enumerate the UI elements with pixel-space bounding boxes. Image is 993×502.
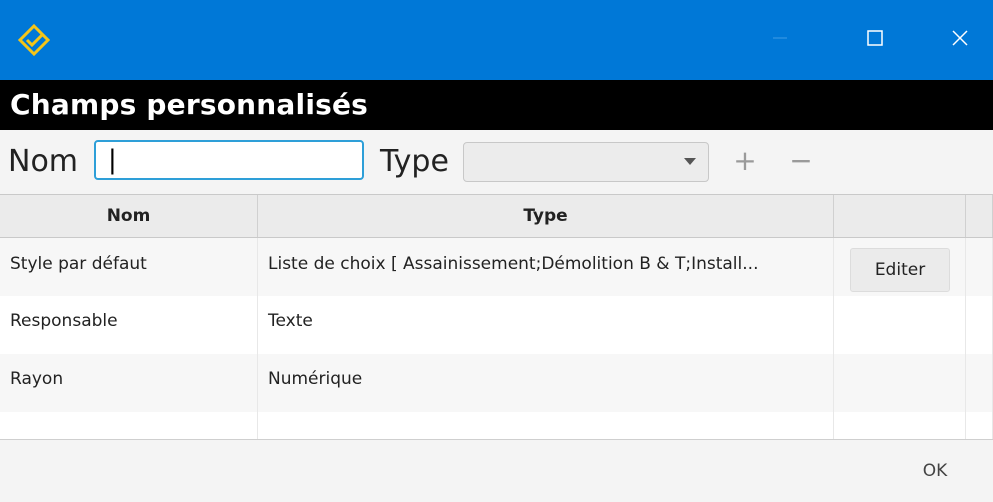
cell-extra bbox=[966, 412, 993, 439]
edit-button[interactable]: Editer bbox=[850, 248, 950, 292]
minimize-button[interactable] bbox=[750, 12, 810, 68]
column-header-type[interactable]: Type bbox=[258, 195, 834, 237]
cell-extra bbox=[966, 238, 993, 296]
column-header-action[interactable] bbox=[834, 195, 966, 237]
column-header-nom[interactable]: Nom bbox=[0, 195, 258, 237]
custom-fields-dialog: Champs personnalisés Nom Type + − Nom Ty… bbox=[0, 0, 993, 502]
cell-type: Numérique bbox=[258, 354, 834, 412]
cell-action bbox=[834, 354, 966, 412]
close-button[interactable] bbox=[930, 12, 990, 68]
type-label: Type bbox=[380, 144, 449, 179]
cell-action bbox=[834, 296, 966, 354]
ok-button[interactable]: OK bbox=[905, 454, 965, 488]
maximize-button[interactable] bbox=[845, 12, 905, 68]
type-select[interactable] bbox=[463, 142, 709, 182]
cell-nom: Rayon bbox=[0, 354, 258, 412]
table-row[interactable]: Style par défaut Liste de choix [ Assain… bbox=[0, 238, 993, 296]
cell-nom: Responsable bbox=[0, 296, 258, 354]
cell-type bbox=[258, 412, 834, 439]
minimize-icon bbox=[771, 29, 789, 51]
filter-bar: Nom Type + − bbox=[0, 130, 993, 194]
table-row[interactable]: Responsable Texte bbox=[0, 296, 993, 354]
cell-nom: Style par défaut bbox=[0, 238, 258, 296]
cell-type: Liste de choix [ Assainissement;Démoliti… bbox=[258, 238, 834, 296]
cell-extra bbox=[966, 296, 993, 354]
column-header-extra[interactable] bbox=[966, 195, 993, 237]
cell-nom bbox=[0, 412, 258, 439]
maximize-icon bbox=[866, 29, 884, 51]
add-field-button[interactable]: + bbox=[730, 146, 760, 176]
cell-extra bbox=[966, 354, 993, 412]
close-icon bbox=[951, 29, 969, 51]
fields-table: Nom Type Style par défaut Liste de choix… bbox=[0, 194, 993, 439]
dialog-header: Champs personnalisés bbox=[0, 80, 993, 130]
diamond-logo-icon bbox=[17, 23, 51, 57]
table-header: Nom Type bbox=[0, 194, 993, 238]
nom-label: Nom bbox=[8, 144, 79, 179]
remove-field-button[interactable]: − bbox=[786, 146, 816, 176]
page-title: Champs personnalisés bbox=[10, 88, 369, 121]
chevron-down-icon bbox=[684, 158, 696, 165]
cell-type: Texte bbox=[258, 296, 834, 354]
table-row[interactable]: Rayon Numérique bbox=[0, 354, 993, 412]
table-row-empty bbox=[0, 412, 993, 439]
cell-action bbox=[834, 412, 966, 439]
dialog-footer: OK bbox=[0, 439, 993, 502]
nom-input[interactable] bbox=[94, 140, 364, 180]
title-bar[interactable] bbox=[0, 0, 993, 80]
